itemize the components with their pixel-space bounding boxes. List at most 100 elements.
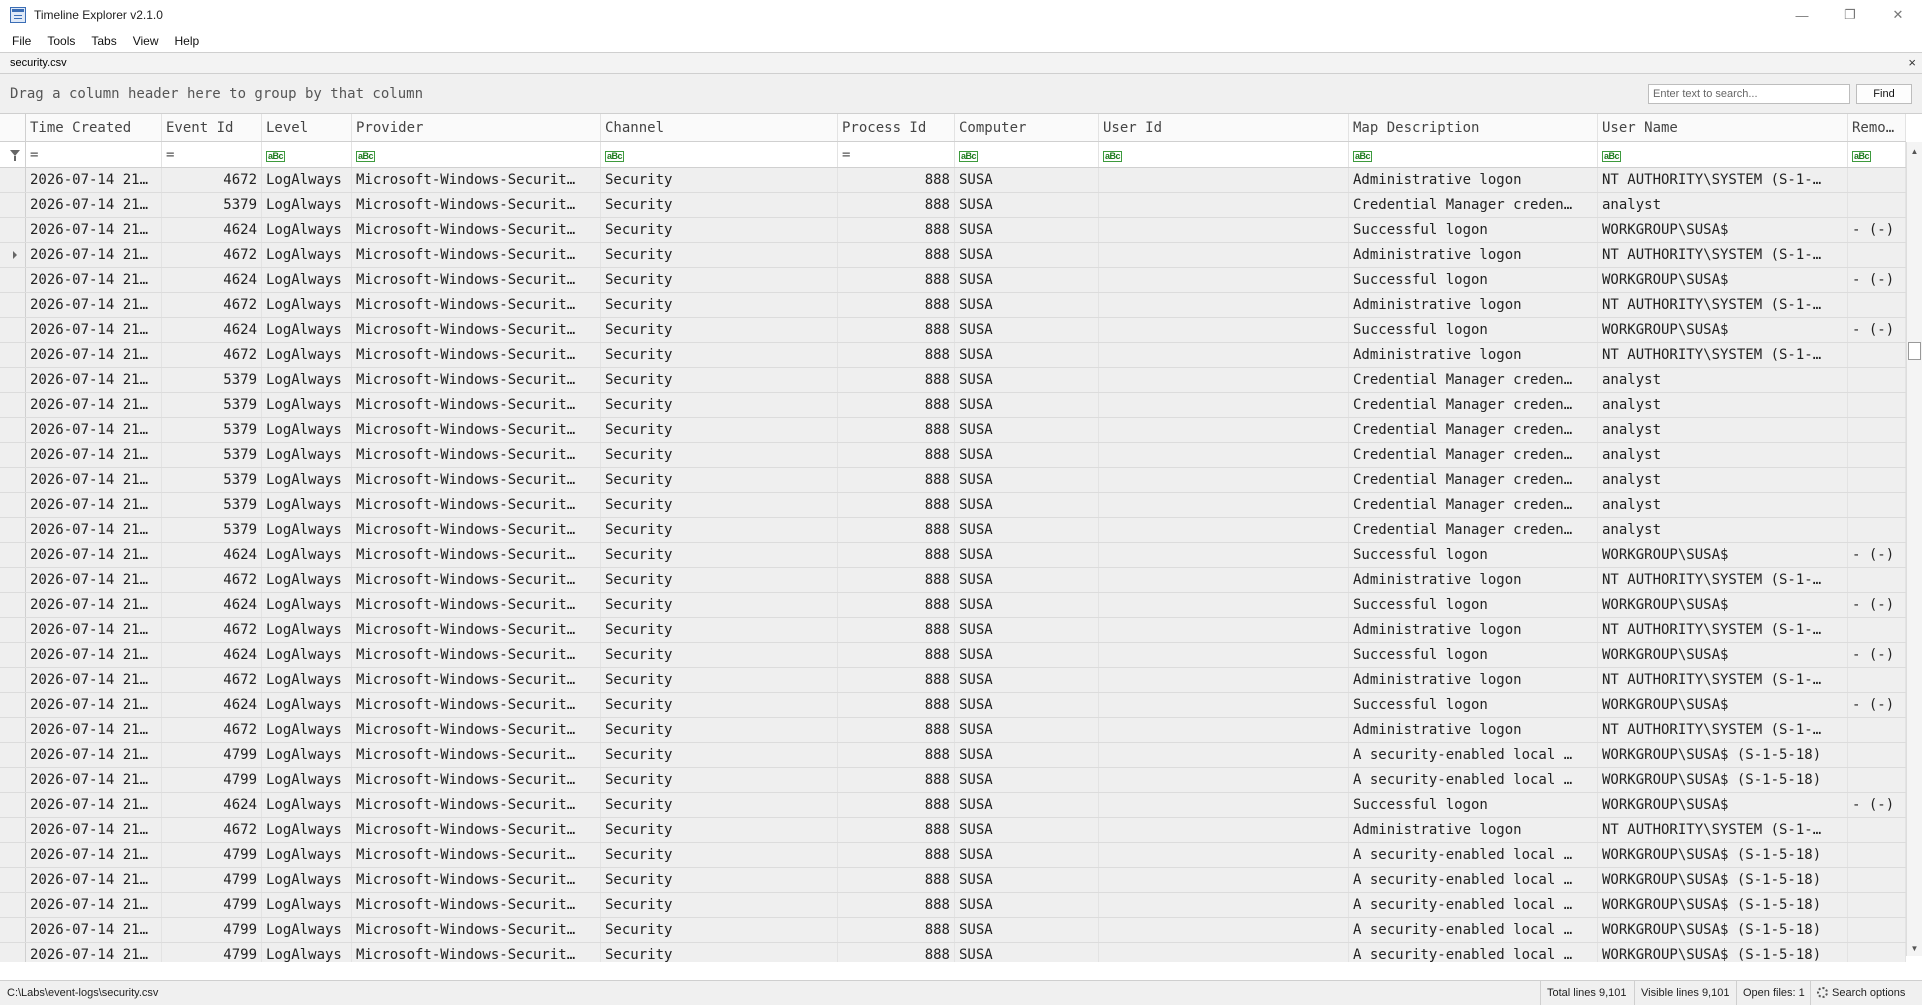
table-row[interactable]: 2026-07-14 21… 5379 LogAlways Microsoft-Win…	[0, 518, 1906, 543]
vertical-scrollbar[interactable]: ▲ ▼	[1906, 142, 1922, 956]
table-cell[interactable]: 888	[838, 893, 955, 917]
table-cell[interactable]	[1848, 368, 1906, 392]
table-cell[interactable]: Microsoft-Windows-Securit…	[352, 543, 601, 567]
table-cell[interactable]: analyst	[1598, 418, 1848, 442]
table-cell[interactable]: LogAlways	[262, 293, 352, 317]
table-row[interactable]: 2026-07-14 21… 4624 LogAlways Microsoft-Win…	[0, 543, 1906, 568]
table-cell[interactable]: A security-enabled local …	[1349, 768, 1598, 792]
table-cell[interactable]	[1099, 543, 1349, 567]
table-cell[interactable]: 888	[838, 268, 955, 292]
table-cell[interactable]: WORKGROUP\SUSA$ (S-1-5-18)	[1598, 918, 1848, 942]
table-cell[interactable]: Successful logon	[1349, 318, 1598, 342]
table-cell[interactable]	[1099, 218, 1349, 242]
table-cell[interactable]: 4672	[162, 718, 262, 742]
search-options-button[interactable]: Search options	[1810, 981, 1911, 1005]
table-cell[interactable]: Security	[601, 343, 838, 367]
table-cell[interactable]: Microsoft-Windows-Securit…	[352, 268, 601, 292]
table-cell[interactable]: 888	[838, 218, 955, 242]
table-cell[interactable]: 2026-07-14 21…	[26, 618, 162, 642]
table-cell[interactable]: LogAlways	[262, 468, 352, 492]
table-cell[interactable]: WORKGROUP\SUSA$	[1598, 643, 1848, 667]
table-cell[interactable]: SUSA	[955, 743, 1099, 767]
menu-view[interactable]: View	[125, 34, 167, 48]
table-cell[interactable]: 5379	[162, 393, 262, 417]
table-cell[interactable]: 4799	[162, 893, 262, 917]
table-cell[interactable]: Security	[601, 218, 838, 242]
table-cell[interactable]: Microsoft-Windows-Securit…	[352, 168, 601, 192]
row-indicator[interactable]	[0, 693, 26, 717]
table-cell[interactable]: analyst	[1598, 443, 1848, 467]
table-cell[interactable]	[1099, 718, 1349, 742]
table-cell[interactable]: 2026-07-14 21…	[26, 643, 162, 667]
table-cell[interactable]: 2026-07-14 21…	[26, 793, 162, 817]
table-cell[interactable]: 5379	[162, 418, 262, 442]
file-tab[interactable]: security.csv	[10, 57, 67, 69]
table-cell[interactable]: 5379	[162, 518, 262, 542]
column-filter-cell[interactable]: =	[26, 142, 162, 167]
table-cell[interactable]: 4672	[162, 668, 262, 692]
row-indicator[interactable]	[0, 868, 26, 892]
row-indicator[interactable]	[0, 268, 26, 292]
table-cell[interactable]: SUSA	[955, 518, 1099, 542]
table-cell[interactable]: SUSA	[955, 918, 1099, 942]
table-row[interactable]: 2026-07-14 21… 4672 LogAlways Microsoft-Win…	[0, 718, 1906, 743]
table-cell[interactable]: 888	[838, 518, 955, 542]
table-cell[interactable]	[1848, 668, 1906, 692]
table-cell[interactable]: Security	[601, 868, 838, 892]
column-header[interactable]: Level	[262, 114, 352, 141]
table-cell[interactable]: Microsoft-Windows-Securit…	[352, 493, 601, 517]
table-cell[interactable]	[1099, 568, 1349, 592]
table-cell[interactable]	[1848, 918, 1906, 942]
table-cell[interactable]: A security-enabled local …	[1349, 743, 1598, 767]
table-cell[interactable]: 2026-07-14 21…	[26, 593, 162, 617]
table-cell[interactable]: 4624	[162, 218, 262, 242]
table-cell[interactable]: Security	[601, 918, 838, 942]
table-row[interactable]: 2026-07-14 21… 5379 LogAlways Microsoft-Win…	[0, 368, 1906, 393]
table-cell[interactable]: LogAlways	[262, 918, 352, 942]
table-cell[interactable]: - (-)	[1848, 268, 1906, 292]
table-row[interactable]: 2026-07-14 21… 4799 LogAlways Microsoft-Win…	[0, 893, 1906, 918]
table-cell[interactable]	[1848, 293, 1906, 317]
table-cell[interactable]: LogAlways	[262, 818, 352, 842]
table-row[interactable]: 2026-07-14 21… 4672 LogAlways Microsoft-Win…	[0, 618, 1906, 643]
table-cell[interactable]: NT AUTHORITY\SYSTEM (S-1-…	[1598, 618, 1848, 642]
table-row[interactable]: 2026-07-14 21… 4799 LogAlways Microsoft-Win…	[0, 943, 1906, 962]
table-cell[interactable]: 888	[838, 568, 955, 592]
table-cell[interactable]: 5379	[162, 493, 262, 517]
table-cell[interactable]: SUSA	[955, 843, 1099, 867]
table-cell[interactable]: 2026-07-14 21…	[26, 393, 162, 417]
table-cell[interactable]	[1099, 743, 1349, 767]
table-cell[interactable]: 2026-07-14 21…	[26, 818, 162, 842]
table-cell[interactable]: 4624	[162, 793, 262, 817]
table-cell[interactable]: SUSA	[955, 268, 1099, 292]
table-cell[interactable]: 2026-07-14 21…	[26, 418, 162, 442]
table-cell[interactable]: 2026-07-14 21…	[26, 718, 162, 742]
table-cell[interactable]: WORKGROUP\SUSA$ (S-1-5-18)	[1598, 843, 1848, 867]
row-indicator[interactable]	[0, 193, 26, 217]
row-indicator[interactable]	[0, 293, 26, 317]
table-cell[interactable]	[1848, 243, 1906, 267]
table-cell[interactable]: LogAlways	[262, 868, 352, 892]
table-row[interactable]: 2026-07-14 21… 4624 LogAlways Microsoft-Win…	[0, 593, 1906, 618]
table-cell[interactable]: NT AUTHORITY\SYSTEM (S-1-…	[1598, 568, 1848, 592]
table-cell[interactable]: 2026-07-14 21…	[26, 193, 162, 217]
table-cell[interactable]: - (-)	[1848, 593, 1906, 617]
table-cell[interactable]: LogAlways	[262, 318, 352, 342]
table-cell[interactable]: Microsoft-Windows-Securit…	[352, 618, 601, 642]
table-cell[interactable]: SUSA	[955, 718, 1099, 742]
table-cell[interactable]: SUSA	[955, 293, 1099, 317]
table-cell[interactable]	[1099, 693, 1349, 717]
table-cell[interactable]: Security	[601, 518, 838, 542]
table-cell[interactable]: LogAlways	[262, 168, 352, 192]
table-row[interactable]: 2026-07-14 21… 5379 LogAlways Microsoft-Win…	[0, 393, 1906, 418]
table-cell[interactable]	[1099, 268, 1349, 292]
table-cell[interactable]: 4799	[162, 768, 262, 792]
table-cell[interactable]: Successful logon	[1349, 593, 1598, 617]
row-indicator[interactable]	[0, 393, 26, 417]
table-cell[interactable]	[1848, 943, 1906, 962]
table-cell[interactable]: Security	[601, 418, 838, 442]
table-cell[interactable]: Microsoft-Windows-Securit…	[352, 368, 601, 392]
table-cell[interactable]: Microsoft-Windows-Securit…	[352, 818, 601, 842]
table-cell[interactable]: analyst	[1598, 468, 1848, 492]
column-header[interactable]: Map Description	[1349, 114, 1598, 141]
